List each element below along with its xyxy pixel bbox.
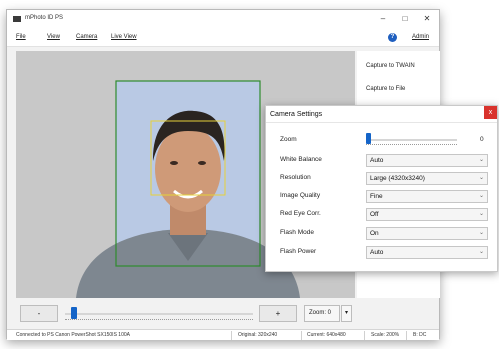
flash-power-label: Flash Power: [280, 248, 317, 255]
flash-mode-value: On: [370, 230, 379, 237]
white-balance-label: White Balance: [280, 156, 322, 163]
resolution-select[interactable]: Large (4320x3240) ⌄: [366, 172, 488, 185]
status-divider: [301, 331, 302, 340]
flash-mode-row: Flash Mode On ⌄: [266, 225, 497, 243]
zoom-slider-ticks: [65, 318, 253, 320]
status-bar: Connected to PS Canon PowerShot SX150IS …: [7, 329, 439, 340]
menu-bar: File View Camera Live View ? Admin: [7, 29, 439, 47]
chevron-down-icon: ⌄: [478, 157, 484, 163]
window-title: mPhoto ID PS: [25, 15, 64, 21]
capture-to-twain-button[interactable]: Capture to TWAIN: [357, 57, 440, 75]
red-eye-label: Red Eye Corr.: [280, 210, 321, 217]
capture-to-file-button[interactable]: Capture to File: [357, 80, 440, 98]
status-divider: [406, 331, 407, 340]
camera-zoom-slider[interactable]: [366, 139, 457, 141]
close-window-button[interactable]: ✕: [420, 13, 434, 25]
mode-status: B: DC: [413, 332, 427, 338]
chevron-down-icon: ⌄: [478, 230, 484, 236]
status-divider: [231, 331, 232, 340]
chevron-down-icon: ⌄: [478, 211, 484, 217]
image-quality-row: Image Quality Fine ⌄: [266, 188, 497, 206]
camera-zoom-ticks: [366, 143, 457, 145]
connection-status: Connected to PS Canon PowerShot SX150IS …: [16, 332, 130, 338]
zoom-slider-track[interactable]: [65, 313, 253, 315]
red-eye-select[interactable]: Off ⌄: [366, 208, 488, 221]
status-divider: [364, 331, 365, 340]
menu-live-view[interactable]: Live View: [111, 34, 137, 40]
resolution-row: Resolution Large (4320x3240) ⌄: [266, 170, 497, 188]
image-quality-label: Image Quality: [280, 192, 321, 199]
zoom-slider-thumb[interactable]: [71, 307, 78, 319]
image-quality-select[interactable]: Fine ⌄: [366, 190, 488, 203]
dialog-title: Camera Settings: [266, 106, 497, 123]
flash-mode-label: Flash Mode: [280, 229, 314, 236]
zoom-setting-row: Zoom 0: [266, 132, 497, 150]
camera-icon: [13, 16, 21, 22]
menu-view[interactable]: View: [47, 34, 60, 40]
menu-camera[interactable]: Camera: [76, 34, 97, 40]
resolution-label: Resolution: [280, 174, 311, 181]
zoom-value-field[interactable]: Zoom: 0: [304, 305, 340, 322]
red-eye-row: Red Eye Corr. Off ⌄: [266, 206, 497, 224]
camera-settings-dialog: Camera Settings x Zoom 0 White Balance A…: [265, 105, 498, 272]
white-balance-value: Auto: [370, 157, 384, 164]
red-eye-value: Off: [370, 211, 379, 218]
flash-power-value: Auto: [370, 249, 384, 256]
zoom-controls: - + Zoom: 0 ▾: [16, 303, 352, 325]
chevron-down-icon: ⌄: [478, 249, 484, 255]
admin-link[interactable]: Admin: [412, 34, 429, 40]
scale-status: Scale: 200%: [371, 332, 400, 338]
white-balance-select[interactable]: Auto ⌄: [366, 154, 488, 167]
flash-power-select[interactable]: Auto ⌄: [366, 246, 488, 259]
help-icon[interactable]: ?: [388, 33, 397, 42]
camera-zoom-thumb[interactable]: [366, 133, 371, 144]
zoom-label: Zoom: [280, 136, 297, 143]
resolution-value: Large (4320x3240): [370, 175, 425, 182]
flash-power-row: Flash Power Auto ⌄: [266, 244, 497, 262]
title-bar: mPhoto ID PS – □ ✕: [7, 10, 439, 29]
original-size: Original: 320x240: [238, 332, 278, 338]
white-balance-row: White Balance Auto ⌄: [266, 152, 497, 170]
chevron-down-icon: ⌄: [478, 175, 484, 181]
minimize-button[interactable]: –: [376, 13, 390, 25]
zoom-dropdown-arrow[interactable]: ▾: [341, 305, 352, 322]
chevron-down-icon: ⌄: [478, 193, 484, 199]
zoom-out-button[interactable]: -: [20, 305, 58, 322]
menu-file[interactable]: File: [16, 34, 26, 40]
current-size: Current: 640x480: [307, 332, 346, 338]
dialog-close-button[interactable]: x: [484, 106, 497, 119]
zoom-in-button[interactable]: +: [259, 305, 297, 322]
maximize-button[interactable]: □: [398, 13, 412, 25]
camera-zoom-value: 0: [480, 136, 484, 143]
flash-mode-select[interactable]: On ⌄: [366, 227, 488, 240]
image-quality-value: Fine: [370, 193, 383, 200]
